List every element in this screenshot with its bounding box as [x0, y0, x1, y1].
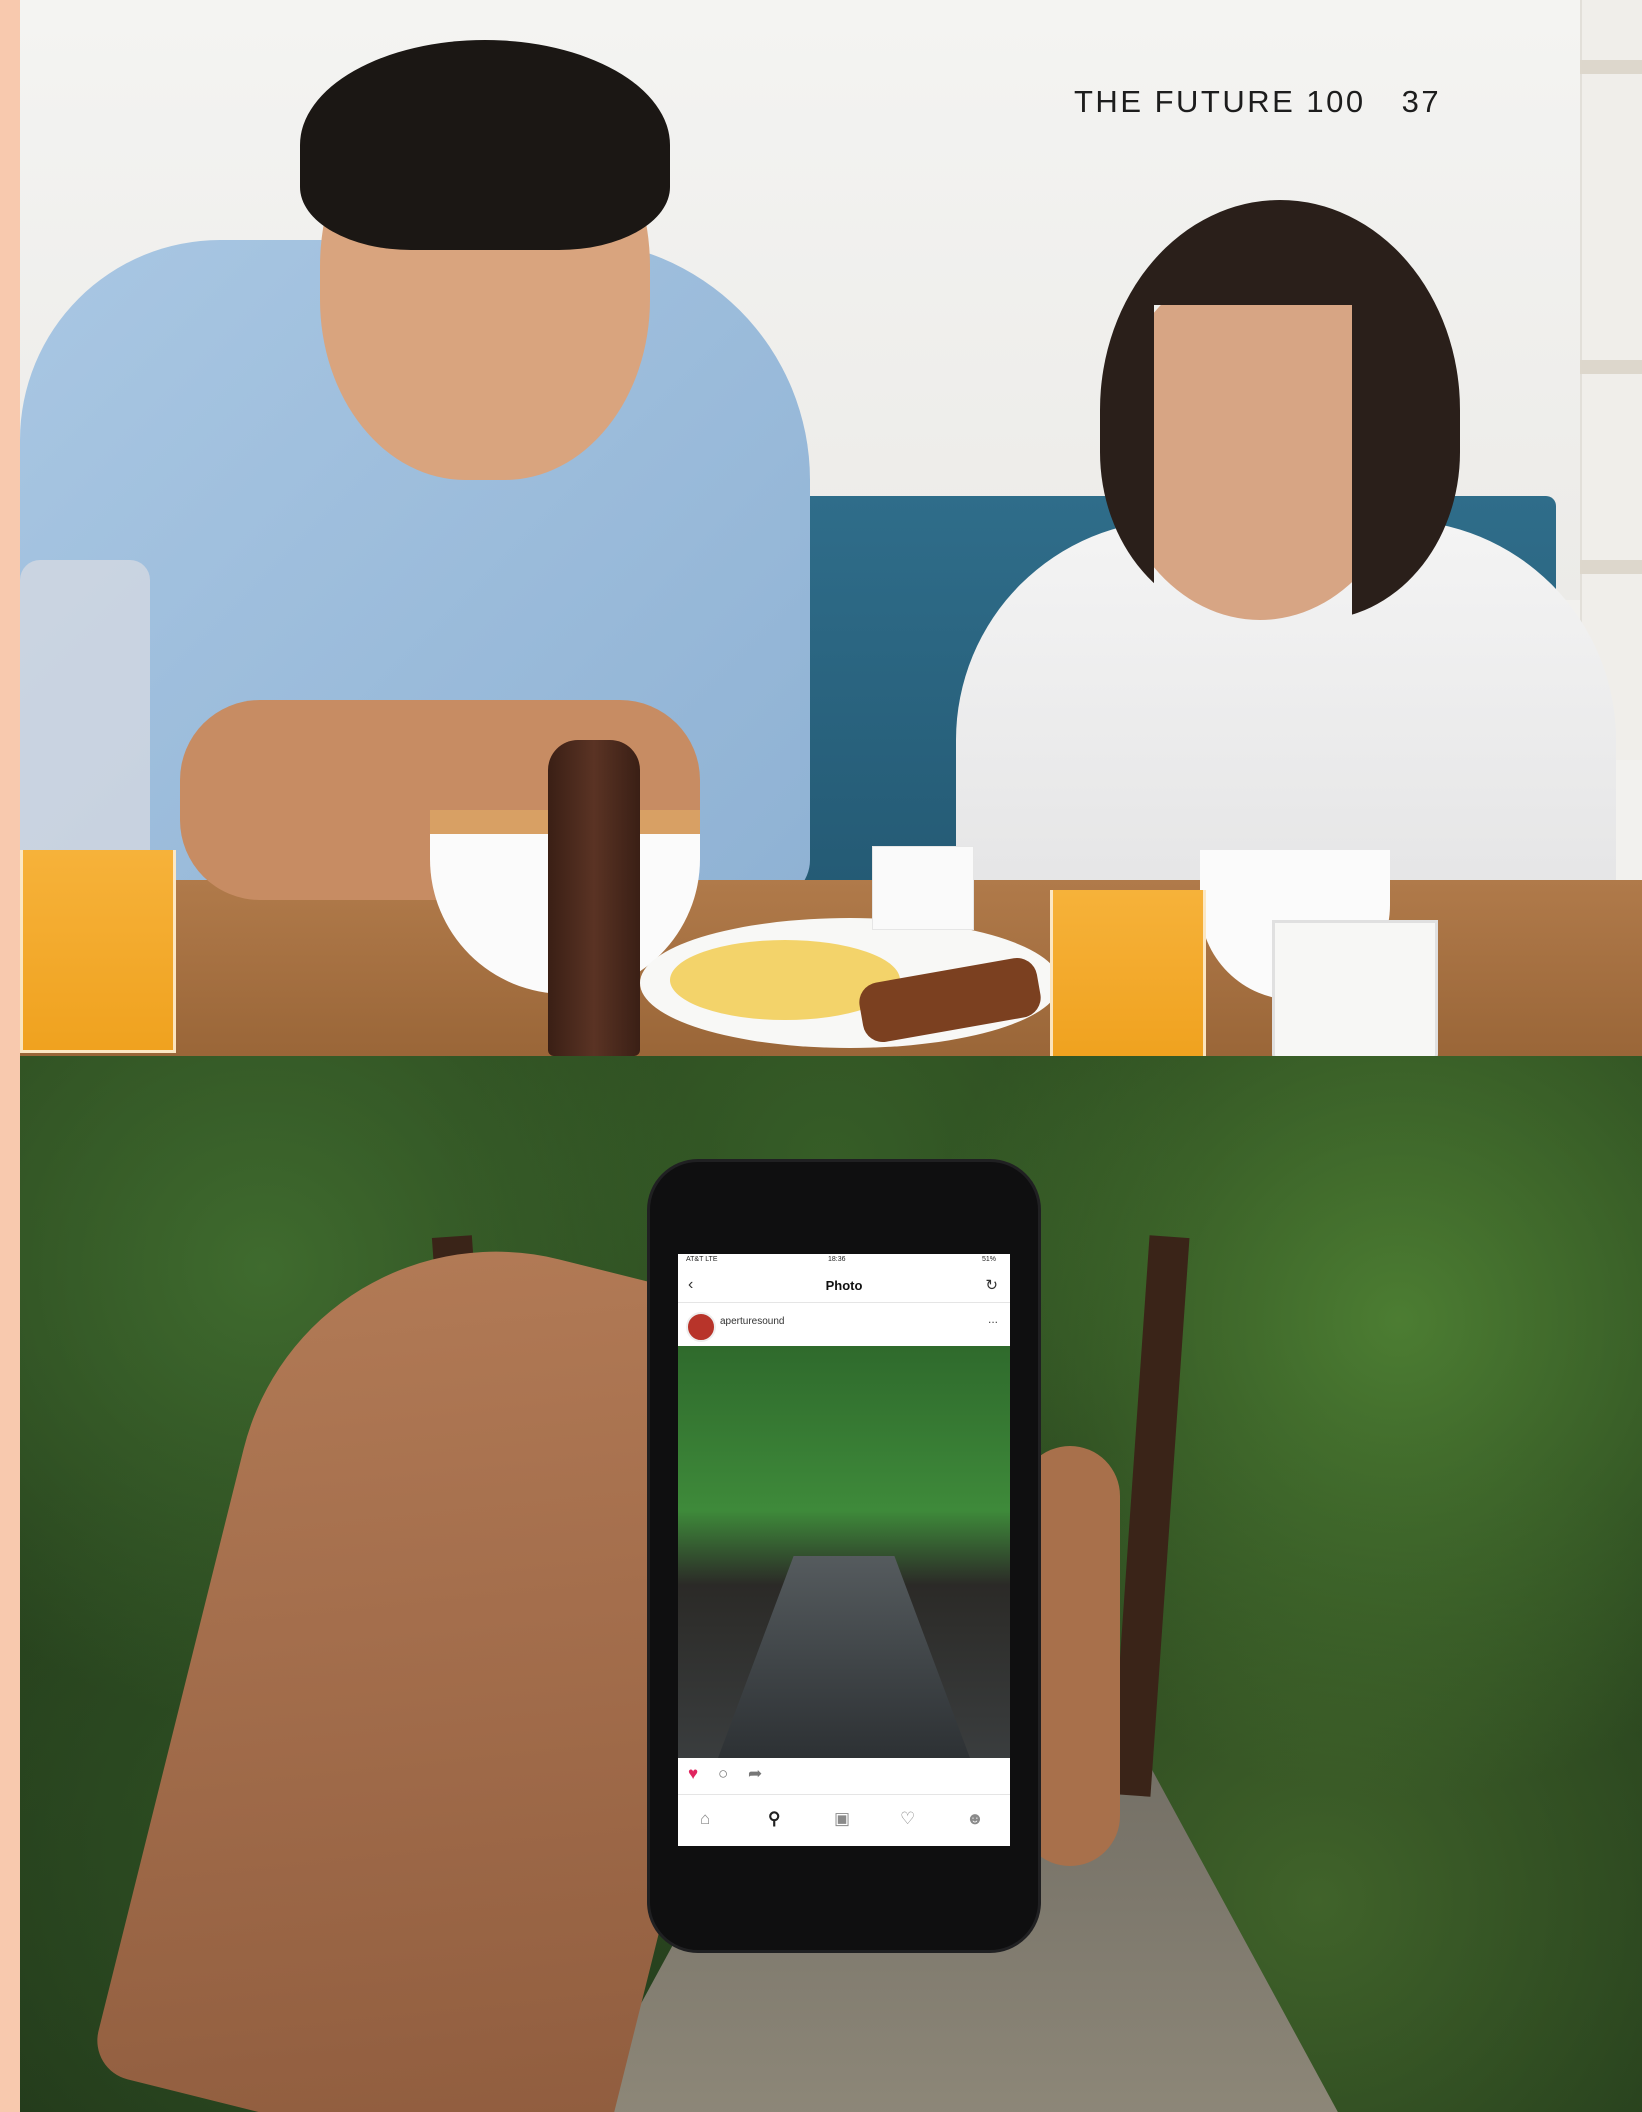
post-actions: ♥ ○ ➦ [678, 1758, 1010, 1788]
clock: 18:36 [828, 1256, 846, 1263]
heart-icon[interactable]: ♡ [900, 1809, 915, 1829]
search-icon[interactable]: ⚲ [768, 1809, 780, 1829]
shelf [1580, 60, 1642, 74]
pepper-grinder [548, 740, 640, 1056]
forest-phone-photo: AT&T LTE 18:36 51% ‹ Photo ↻ aperturesou… [20, 1056, 1642, 2112]
publication-title: THE FUTURE 100 [1074, 84, 1366, 119]
small-white-cup [872, 846, 974, 930]
more-options-icon[interactable]: ... [988, 1312, 998, 1326]
page-number: 37 [1401, 84, 1442, 119]
refresh-icon[interactable]: ↻ [985, 1276, 998, 1294]
heart-icon[interactable]: ♥ [688, 1764, 698, 1784]
smartphone: AT&T LTE 18:36 51% ‹ Photo ↻ aperturesou… [650, 1162, 1038, 1950]
post-header: aperturesound ... [678, 1302, 1010, 1346]
tab-bar: ⌂ ⚲ ▣ ♡ ☻ [678, 1794, 1010, 1846]
post-image[interactable] [678, 1346, 1010, 1758]
shelf [1580, 560, 1642, 574]
man-hair [300, 40, 670, 250]
share-icon[interactable]: ➦ [748, 1764, 762, 1784]
battery-level: 51% [981, 1256, 996, 1263]
comment-icon[interactable]: ○ [718, 1764, 728, 1784]
screen-title: Photo [825, 1278, 863, 1293]
post-username[interactable]: aperturesound [720, 1316, 785, 1327]
left-accent-strip [0, 0, 20, 2112]
carrier-label: AT&T LTE [686, 1256, 718, 1263]
status-bar: AT&T LTE 18:36 51% [678, 1254, 1010, 1268]
breakfast-photo: THE FUTURE 100 37 [20, 0, 1642, 1056]
milk-glass [1272, 920, 1438, 1056]
profile-icon[interactable]: ☻ [966, 1809, 984, 1829]
nav-bar: ‹ Photo ↻ [678, 1268, 1010, 1303]
orange-juice-glass [20, 850, 176, 1053]
home-icon[interactable]: ⌂ [700, 1809, 710, 1829]
orange-juice-glass-2 [1050, 890, 1206, 1056]
page-header: THE FUTURE 100 37 [1074, 84, 1441, 120]
bridge-deck [718, 1556, 970, 1758]
camera-icon[interactable]: ▣ [834, 1809, 850, 1829]
phone-screen: AT&T LTE 18:36 51% ‹ Photo ↻ aperturesou… [678, 1254, 1010, 1846]
shelf [1580, 360, 1642, 374]
glass-pitcher [20, 560, 150, 880]
avatar[interactable] [686, 1312, 716, 1342]
